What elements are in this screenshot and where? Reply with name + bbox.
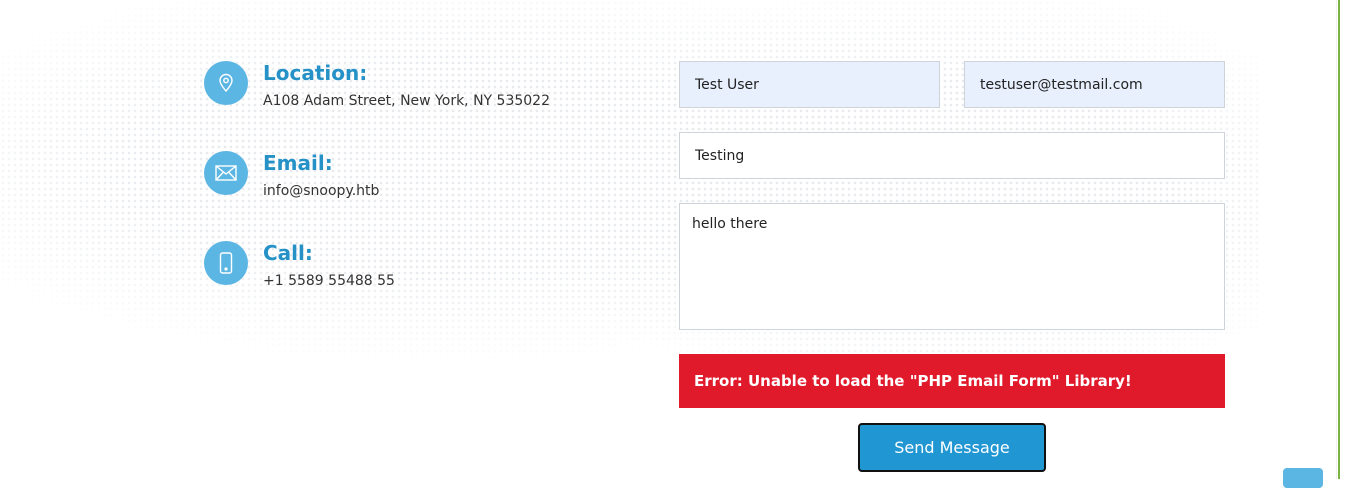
name-input[interactable]	[679, 61, 940, 108]
call-title: Call:	[263, 241, 313, 265]
location-address: A108 Adam Street, New York, NY 535022	[263, 93, 550, 109]
envelope-icon	[204, 151, 248, 195]
error-message: Error: Unable to load the "PHP Email For…	[679, 354, 1225, 408]
subject-input[interactable]	[679, 132, 1225, 179]
message-textarea[interactable]: hello there	[679, 203, 1225, 330]
email-address: info@snoopy.htb	[263, 183, 380, 199]
phone-number: +1 5589 55488 55	[263, 273, 395, 289]
scrollbar-accent	[1338, 0, 1340, 479]
map-pin-icon	[204, 61, 248, 105]
email-title: Email:	[263, 151, 333, 175]
location-title: Location:	[263, 61, 368, 85]
back-to-top-button[interactable]	[1283, 468, 1323, 488]
send-message-button[interactable]: Send Message	[858, 423, 1046, 472]
email-input[interactable]	[964, 61, 1225, 108]
scrollbar-track[interactable]	[1336, 0, 1346, 479]
phone-icon	[204, 241, 248, 285]
